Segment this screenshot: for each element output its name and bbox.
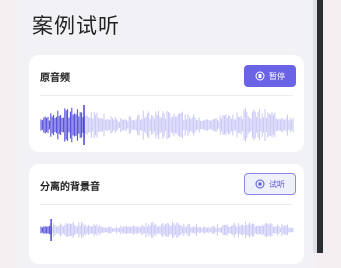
pause-button-label: 暂停	[269, 71, 285, 81]
play-icon	[255, 179, 265, 189]
divider	[40, 204, 293, 205]
card-title: 分离的背景音	[40, 182, 100, 193]
page-title: 案例试听	[32, 14, 120, 38]
pause-button[interactable]: 暂停	[244, 65, 296, 87]
card-title: 原音频	[40, 73, 70, 84]
audio-waveform[interactable]	[29, 95, 304, 155]
audio-waveform[interactable]	[29, 208, 304, 263]
listen-button[interactable]: 试听	[244, 173, 296, 195]
background-audio-card: 分离的背景音 试听	[29, 164, 304, 264]
listen-button-label: 试听	[269, 179, 285, 189]
phone-bezel	[317, 0, 323, 253]
original-audio-card: 原音频 暂停	[29, 55, 304, 152]
pause-icon	[255, 71, 265, 81]
